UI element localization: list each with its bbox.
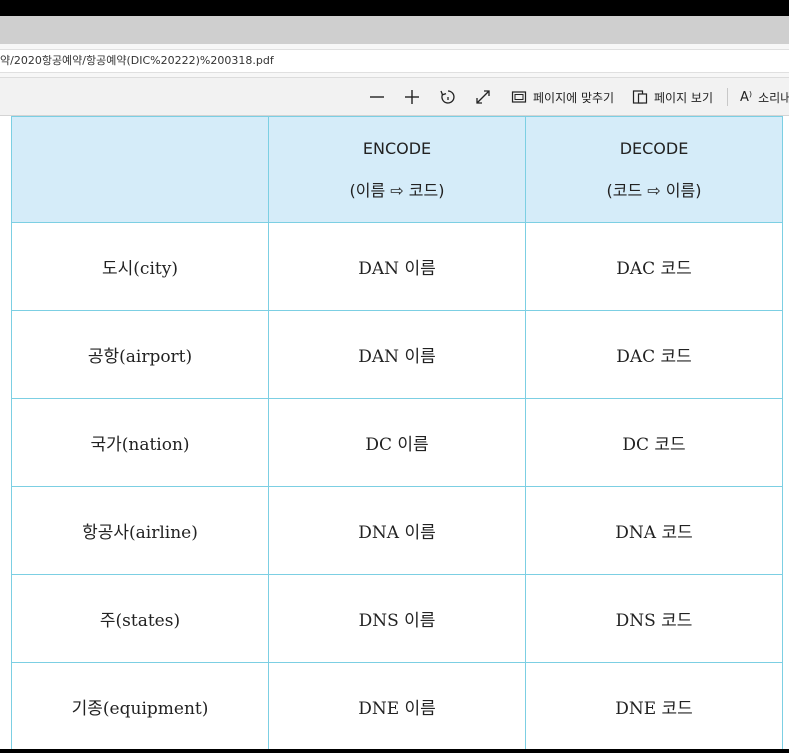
row-name-cell: 주(states) bbox=[11, 574, 269, 663]
window-bottom-edge bbox=[0, 749, 789, 753]
decode-cell: DC 코드 bbox=[525, 398, 783, 487]
decode-cell: DNA 코드 bbox=[525, 486, 783, 575]
read-aloud-button[interactable]: A⁾ 소리내 bbox=[740, 78, 789, 116]
encode-cell: DAN 이름 bbox=[268, 222, 526, 311]
header-empty-cell bbox=[11, 116, 269, 223]
row-name-cell: 국가(nation) bbox=[11, 398, 269, 487]
zoom-out-button[interactable] bbox=[369, 78, 385, 116]
encode-cell: DNE 이름 bbox=[268, 662, 526, 749]
page-view-icon bbox=[632, 90, 648, 104]
fit-to-page-button[interactable]: 페이지에 맞추기 bbox=[511, 78, 614, 116]
pdf-page-viewer[interactable]: ENCODE (이름 ⇨ 코드) DECODE (코드 ⇨ 이름) 도시(cit… bbox=[0, 116, 789, 749]
fit-page-icon bbox=[511, 91, 527, 103]
address-bar: 약/2020항공예약/항공예약(DIC%20222)%200318.pdf bbox=[0, 44, 789, 78]
decode-cell: DAC 코드 bbox=[525, 222, 783, 311]
decode-cell: DNS 코드 bbox=[525, 574, 783, 663]
table-row: 기종(equipment) DNE 이름 DNE 코드 bbox=[11, 662, 783, 749]
window-top-edge bbox=[0, 0, 789, 16]
zoom-in-button[interactable] bbox=[404, 78, 420, 116]
table-row: 국가(nation) DC 이름 DC 코드 bbox=[11, 398, 783, 487]
read-aloud-label: 소리내 bbox=[758, 90, 789, 105]
pdf-toolbar: 페이지에 맞추기 페이지 보기 A⁾ 소리내 bbox=[0, 78, 789, 116]
toolbar-divider bbox=[727, 88, 728, 106]
expand-arrows-icon bbox=[476, 90, 490, 104]
encode-cell: DAN 이름 bbox=[268, 310, 526, 399]
minus-icon bbox=[370, 96, 384, 98]
header-decode-title: DECODE bbox=[619, 138, 689, 158]
header-encode: ENCODE (이름 ⇨ 코드) bbox=[268, 116, 526, 223]
decode-cell: DAC 코드 bbox=[525, 310, 783, 399]
rotate-icon bbox=[440, 90, 455, 104]
encode-cell: DNS 이름 bbox=[268, 574, 526, 663]
header-encode-title: ENCODE bbox=[362, 138, 432, 158]
header-decode: DECODE (코드 ⇨ 이름) bbox=[525, 116, 783, 223]
table-row: 항공사(airline) DNA 이름 DNA 코드 bbox=[11, 486, 783, 575]
row-name-cell: 항공사(airline) bbox=[11, 486, 269, 575]
encode-cell: DNA 이름 bbox=[268, 486, 526, 575]
fullscreen-button[interactable] bbox=[475, 78, 491, 116]
function-table: ENCODE (이름 ⇨ 코드) DECODE (코드 ⇨ 이름) 도시(cit… bbox=[11, 116, 783, 749]
header-encode-subtitle: (이름 ⇨ 코드) bbox=[349, 180, 445, 200]
table-row: 공항(airport) DAN 이름 DAC 코드 bbox=[11, 310, 783, 399]
rotate-button[interactable] bbox=[439, 78, 457, 116]
page-view-label: 페이지 보기 bbox=[654, 90, 714, 105]
tab-strip bbox=[0, 16, 789, 44]
page-view-button[interactable]: 페이지 보기 bbox=[632, 78, 713, 116]
fit-to-page-label: 페이지에 맞추기 bbox=[533, 90, 615, 105]
encode-cell: DC 이름 bbox=[268, 398, 526, 487]
url-field[interactable]: 약/2020항공예약/항공예약(DIC%20222)%200318.pdf bbox=[0, 49, 789, 73]
read-aloud-icon: A⁾ bbox=[740, 89, 753, 105]
decode-cell: DNE 코드 bbox=[525, 662, 783, 749]
plus-icon bbox=[405, 90, 419, 104]
table-row: 도시(city) DAN 이름 DAC 코드 bbox=[11, 222, 783, 311]
row-name-cell: 도시(city) bbox=[11, 222, 269, 311]
row-name-cell: 공항(airport) bbox=[11, 310, 269, 399]
table-row: 주(states) DNS 이름 DNS 코드 bbox=[11, 574, 783, 663]
header-decode-subtitle: (코드 ⇨ 이름) bbox=[606, 180, 702, 200]
row-name-cell: 기종(equipment) bbox=[11, 662, 269, 749]
table-header-row: ENCODE (이름 ⇨ 코드) DECODE (코드 ⇨ 이름) bbox=[11, 116, 783, 223]
